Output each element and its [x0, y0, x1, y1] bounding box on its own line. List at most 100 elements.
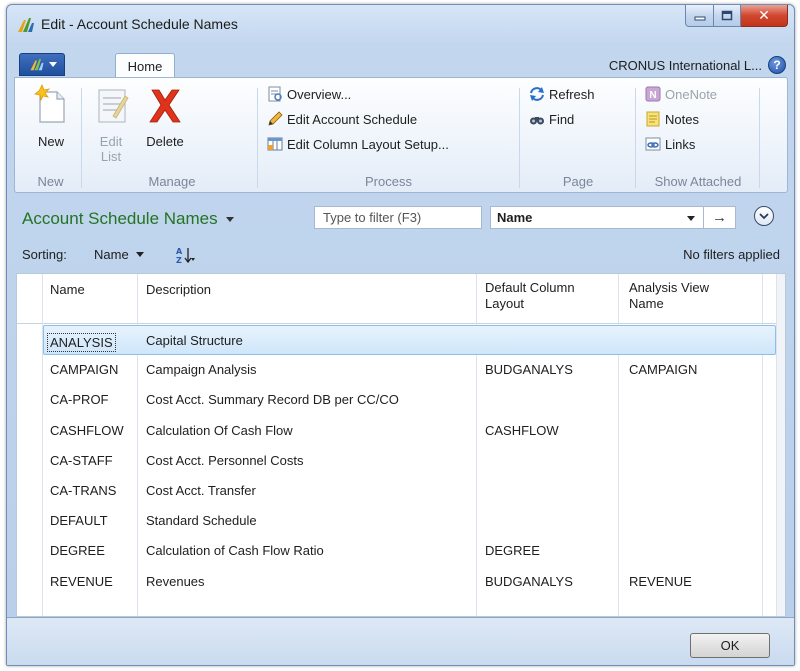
apply-filter-button[interactable]: →: [704, 206, 736, 229]
table-row[interactable]: DEGREE Calculation of Cash Flow Ratio DEGR…: [17, 536, 777, 566]
cell-analysis-view-name[interactable]: REVENUE: [629, 574, 692, 589]
column-header-label-line: Layout: [485, 296, 525, 311]
edit-column-layout-button[interactable]: Edit Column Layout Setup...: [267, 134, 449, 154]
ribbon-separator: [81, 88, 82, 188]
notes-button[interactable]: Notes: [645, 109, 699, 129]
notes-icon: [645, 111, 661, 127]
overview-icon: [267, 86, 283, 102]
edit-list-button[interactable]: Edit List: [91, 84, 131, 164]
cell-default-column-layout[interactable]: CASHFLOW: [485, 423, 559, 438]
cell-description[interactable]: Revenues: [146, 574, 205, 589]
window-controls: ✕: [685, 5, 788, 27]
table-row[interactable]: CA-TRANS Cost Acct. Transfer: [17, 476, 777, 506]
links-icon: [645, 136, 661, 152]
column-header-default-column-layout[interactable]: Default Column Layout: [485, 280, 575, 312]
cell-name[interactable]: DEFAULT: [50, 513, 108, 528]
cell-name[interactable]: CASHFLOW: [50, 423, 124, 438]
company-name[interactable]: CRONUS International L...: [609, 58, 762, 73]
onenote-label: OneNote: [665, 86, 718, 102]
cell-description[interactable]: Capital Structure: [146, 333, 243, 348]
delete-button[interactable]: Delete: [141, 84, 189, 149]
dynamics-logo-icon: [30, 58, 43, 71]
cell-analysis-view-name[interactable]: CAMPAIGN: [629, 362, 697, 377]
cell-description[interactable]: Cost Acct. Personnel Costs: [146, 453, 304, 468]
column-header-label-line: Name: [629, 296, 664, 311]
tab-home[interactable]: Home: [115, 53, 175, 78]
table-row[interactable]: CA-STAFF Cost Acct. Personnel Costs: [17, 446, 777, 476]
column-header-label-line: Analysis View: [629, 280, 709, 295]
sort-field-select[interactable]: Name: [94, 247, 144, 262]
refresh-icon: [529, 86, 545, 102]
cell-description[interactable]: Campaign Analysis: [146, 362, 257, 377]
overview-button[interactable]: Overview...: [267, 84, 351, 104]
window-title: Edit - Account Schedule Names: [41, 16, 238, 32]
cell-name[interactable]: DEGREE: [50, 543, 105, 558]
chevron-down-icon: [48, 62, 57, 67]
close-button[interactable]: ✕: [741, 5, 788, 27]
onenote-icon: N: [645, 86, 661, 102]
maximize-icon: [721, 10, 733, 21]
maximize-button[interactable]: [714, 5, 741, 27]
sort-ascending-icon[interactable]: A Z: [174, 245, 196, 265]
onenote-button[interactable]: N OneNote: [645, 84, 717, 104]
column-header-name-label: Name: [50, 282, 85, 297]
cell-description[interactable]: Standard Schedule: [146, 513, 257, 528]
cell-name[interactable]: CA-STAFF: [50, 453, 113, 468]
cell-name[interactable]: CA-PROF: [50, 392, 109, 407]
cell-name[interactable]: CAMPAIGN: [50, 362, 118, 377]
group-label-manage: Manage: [148, 174, 196, 189]
application-menu-button[interactable]: [19, 53, 65, 76]
svg-text:Z: Z: [176, 256, 182, 265]
vertical-scrollbar[interactable]: [776, 274, 785, 616]
table-row[interactable]: CAMPAIGN Campaign Analysis BUDGANALYS CAMPA…: [17, 355, 777, 385]
refresh-button[interactable]: Refresh: [529, 84, 595, 104]
minimize-button[interactable]: [685, 5, 714, 27]
help-icon[interactable]: ?: [768, 56, 786, 74]
data-grid: Name Description Default Column Layout A…: [16, 273, 786, 617]
column-header-analysis-view-name[interactable]: Analysis View Name: [629, 280, 709, 312]
delete-button-label: Delete: [146, 134, 184, 149]
chevron-down-circle-icon: [759, 213, 769, 220]
cell-default-column-layout[interactable]: BUDGANALYS: [485, 362, 573, 377]
cell-default-column-layout[interactable]: BUDGANALYS: [485, 574, 573, 589]
group-label-show-attached: Show Attached: [654, 174, 742, 189]
column-header-label-line: Default Column: [485, 280, 575, 295]
page-title-menu[interactable]: Account Schedule Names: [22, 209, 234, 229]
links-label: Links: [665, 136, 696, 152]
minimize-icon: [694, 16, 705, 20]
table-row[interactable]: CASHFLOW Calculation Of Cash Flow CASHFLOW: [17, 416, 777, 446]
sorting-label: Sorting:: [22, 247, 67, 262]
new-document-icon: [34, 84, 65, 123]
links-button[interactable]: Links: [645, 134, 695, 154]
ok-button[interactable]: OK: [690, 633, 770, 658]
expand-filter-button[interactable]: [754, 206, 774, 226]
ribbon-separator: [635, 88, 636, 188]
cell-name[interactable]: REVENUE: [50, 574, 113, 589]
column-layout-icon: [267, 136, 283, 152]
chevron-down-icon: [225, 216, 234, 222]
table-row[interactable]: ANALYSIS Capital Structure: [43, 325, 776, 355]
table-row[interactable]: CA-PROF Cost Acct. Summary Record DB per …: [17, 385, 777, 415]
cell-default-column-layout[interactable]: DEGREE: [485, 543, 540, 558]
title-bar[interactable]: Edit - Account Schedule Names ✕: [7, 5, 794, 43]
cell-description[interactable]: Calculation Of Cash Flow: [146, 423, 293, 438]
delete-icon: [149, 89, 181, 123]
grid-header: Name Description Default Column Layout A…: [17, 274, 785, 324]
table-row[interactable]: REVENUE Revenues BUDGANALYS REVENUE: [17, 567, 777, 597]
cell-description[interactable]: Cost Acct. Summary Record DB per CC/CO: [146, 392, 399, 407]
cell-description[interactable]: Cost Acct. Transfer: [146, 483, 256, 498]
filter-field-select[interactable]: Name: [490, 206, 704, 229]
filter-input[interactable]: [314, 206, 482, 229]
cell-name[interactable]: ANALYSIS: [47, 333, 116, 352]
close-icon: ✕: [758, 7, 770, 24]
find-button[interactable]: Find: [529, 109, 574, 129]
svg-text:N: N: [649, 90, 656, 101]
column-header-description[interactable]: Description: [146, 282, 211, 298]
new-button[interactable]: New: [31, 84, 71, 149]
edit-account-schedule-button[interactable]: Edit Account Schedule: [267, 109, 417, 129]
column-header-name[interactable]: Name: [50, 282, 85, 298]
dynamics-logo-icon: [18, 18, 34, 32]
table-row[interactable]: DEFAULT Standard Schedule: [17, 506, 777, 536]
cell-description[interactable]: Calculation of Cash Flow Ratio: [146, 543, 324, 558]
cell-name[interactable]: CA-TRANS: [50, 483, 116, 498]
